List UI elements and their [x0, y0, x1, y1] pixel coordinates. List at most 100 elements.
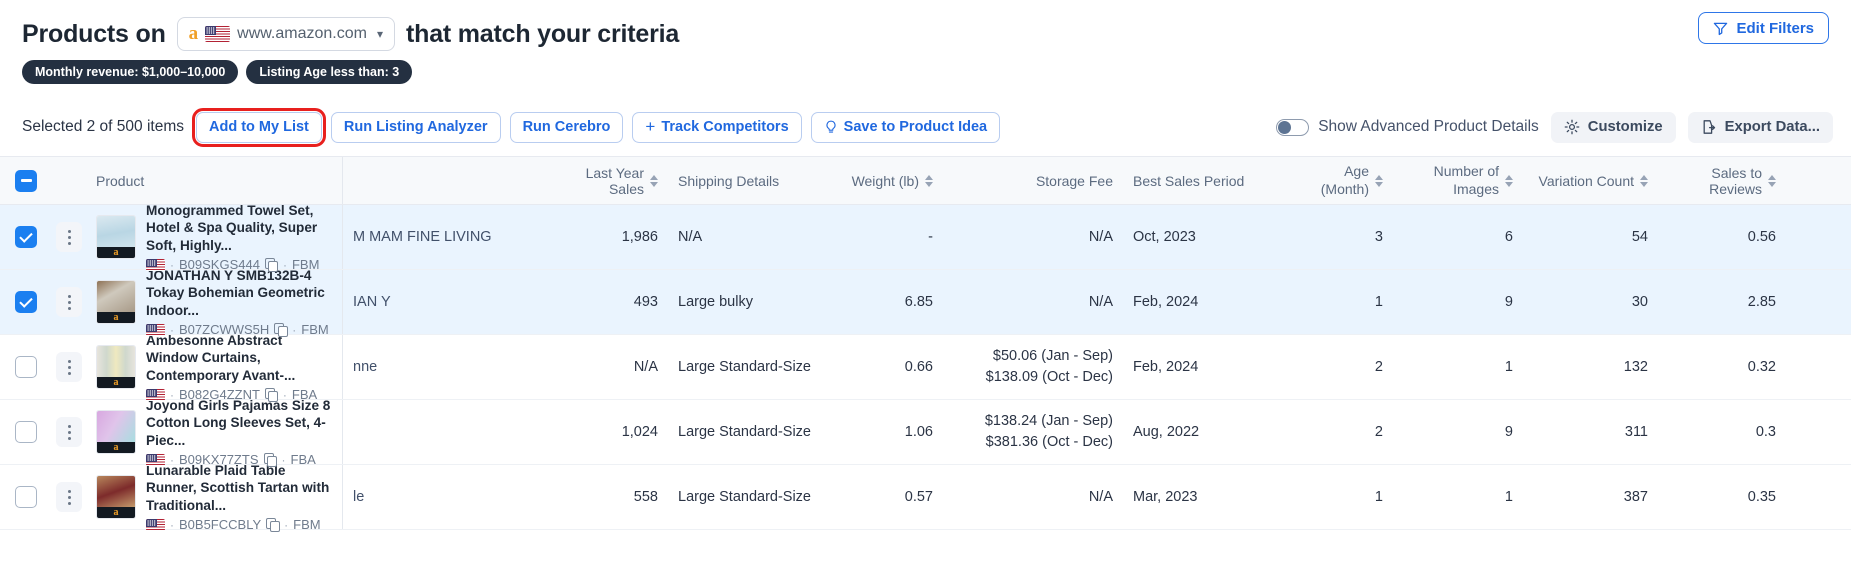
product-thumbnail[interactable]: a — [96, 280, 136, 324]
age-cell: 1 — [1273, 270, 1393, 334]
copy-icon[interactable] — [264, 453, 277, 466]
selected-count-label: Selected 2 of 500 items — [22, 118, 184, 136]
copy-icon[interactable] — [266, 518, 279, 531]
amazon-logo-icon: a — [114, 378, 119, 388]
product-thumbnail[interactable]: a — [96, 215, 136, 259]
best-sales-period-value: Oct, 2023 — [1133, 229, 1196, 245]
row-checkbox[interactable] — [15, 291, 37, 313]
product-thumbnail[interactable]: a — [96, 345, 136, 389]
fulfillment-type: FBM — [293, 517, 320, 532]
sort-icon[interactable] — [925, 175, 933, 187]
table-body: aMonogrammed Towel Set, Hotel & Spa Qual… — [0, 205, 1851, 530]
last-year-sales-cell: 558 — [558, 465, 668, 529]
show-advanced-product-details-toggle[interactable]: Show Advanced Product Details — [1276, 118, 1539, 136]
best-sales-period-value: Feb, 2024 — [1133, 294, 1198, 310]
sort-icon[interactable] — [650, 175, 658, 187]
product-asin: B0B5FCCBLY — [179, 517, 261, 532]
filter-pill-revenue[interactable]: Monthly revenue: $1,000–10,000 — [22, 60, 238, 84]
row-menu-icon[interactable] — [56, 352, 82, 382]
weight-value: 0.57 — [905, 489, 933, 505]
product-title[interactable]: Lunarable Plaid Table Runner, Scottish T… — [146, 463, 329, 513]
best-sales-period-cell: Feb, 2024 — [1123, 335, 1273, 399]
sort-icon[interactable] — [1375, 175, 1383, 187]
variation-count-value: 30 — [1632, 294, 1648, 310]
header-product-label: Product — [96, 173, 144, 189]
product-thumbnail[interactable]: a — [96, 475, 136, 519]
age-value: 2 — [1375, 424, 1383, 440]
product-thumbnail[interactable]: a — [96, 410, 136, 454]
table-row[interactable]: a Ambesonne Abstract Window Curtains, Con… — [0, 335, 1851, 400]
sort-icon[interactable] — [1640, 175, 1648, 187]
lightbulb-icon — [824, 120, 838, 135]
number-of-images-value: 1 — [1505, 489, 1513, 505]
select-all-checkbox[interactable] — [15, 170, 37, 192]
active-filter-pills: Monthly revenue: $1,000–10,000 Listing A… — [0, 54, 1851, 84]
run-cerebro-button[interactable]: Run Cerebro — [510, 112, 624, 143]
header-last-year-sales-label: Last Year Sales — [568, 165, 644, 197]
brand-value: le — [353, 489, 364, 505]
row-checkbox[interactable] — [15, 356, 37, 378]
copy-icon[interactable] — [265, 258, 278, 271]
track-competitors-button[interactable]: + Track Competitors — [632, 112, 801, 143]
table-row[interactable]: aLunarable Plaid Table Runner, Scottish … — [0, 465, 1851, 530]
variation-count-cell: 54 — [1523, 205, 1658, 269]
row-menu-cell — [52, 270, 86, 334]
age-cell: 3 — [1273, 205, 1393, 269]
row-checkbox[interactable] — [15, 421, 37, 443]
copy-icon[interactable] — [274, 323, 287, 336]
run-listing-analyzer-button[interactable]: Run Listing Analyzer — [331, 112, 501, 143]
marketplace-selector[interactable]: a www.amazon.com ▾ — [177, 17, 395, 51]
storage-fee-cell: $50.06 (Jan - Sep)$138.09 (Oct - Dec) — [943, 335, 1123, 399]
header-sales-to-reviews-label: Sales to Reviews — [1668, 165, 1762, 197]
header-sales-to-reviews[interactable]: Sales to Reviews — [1658, 157, 1786, 204]
row-menu-icon[interactable] — [56, 287, 82, 317]
age-value: 1 — [1375, 489, 1383, 505]
product-title[interactable]: Ambesonne Abstract Window Curtains, Cont… — [146, 333, 295, 383]
add-to-my-list-button[interactable]: Add to My List — [196, 112, 322, 143]
toggle-switch[interactable] — [1276, 119, 1309, 136]
product-title[interactable]: Monogrammed Towel Set, Hotel & Spa Quali… — [146, 203, 317, 253]
header-variation-count[interactable]: Variation Count — [1523, 157, 1658, 204]
filter-pill-listing-age[interactable]: Listing Age less than: 3 — [246, 60, 412, 84]
best-sales-period-value: Aug, 2022 — [1133, 424, 1199, 440]
table-row[interactable]: aJONATHAN Y SMB132B-4 Tokay Bohemian Geo… — [0, 270, 1851, 335]
brand-cell: le — [342, 465, 558, 529]
header-weight[interactable]: Weight (lb) — [833, 157, 943, 204]
header-shipping-details[interactable]: Shipping Details — [668, 157, 833, 204]
variation-count-value: 387 — [1624, 489, 1648, 505]
row-menu-icon[interactable] — [56, 417, 82, 447]
table-row[interactable]: aJoyond Girls Pajamas Size 8 Cotton Long… — [0, 400, 1851, 465]
row-menu-icon[interactable] — [56, 222, 82, 252]
row-menu-icon[interactable] — [56, 482, 82, 512]
table-row[interactable]: aMonogrammed Towel Set, Hotel & Spa Qual… — [0, 205, 1851, 270]
header-product[interactable]: Product — [86, 157, 342, 204]
us-flag-icon — [146, 259, 165, 271]
weight-cell: 0.66 — [833, 335, 943, 399]
header-last-year-sales[interactable]: Last Year Sales — [558, 157, 668, 204]
shipping-details-value: Large Standard-Size — [678, 424, 811, 440]
header-best-sales-period[interactable]: Best Sales Period — [1123, 157, 1273, 204]
storage-fee-line-2: $381.36 (Oct - Dec) — [986, 433, 1113, 452]
save-to-product-idea-button[interactable]: Save to Product Idea — [811, 112, 1000, 143]
row-checkbox[interactable] — [15, 226, 37, 248]
product-title[interactable]: JONATHAN Y SMB132B-4 Tokay Bohemian Geom… — [146, 268, 325, 318]
customize-button[interactable]: Customize — [1551, 112, 1676, 143]
export-data-button[interactable]: Export Data... — [1688, 112, 1833, 143]
header-number-of-images[interactable]: Number of Images — [1393, 157, 1523, 204]
shipping-details-cell: Large Standard-Size — [668, 400, 833, 464]
row-checkbox[interactable] — [15, 486, 37, 508]
plus-icon: + — [645, 118, 655, 135]
product-title[interactable]: Joyond Girls Pajamas Size 8 Cotton Long … — [146, 398, 330, 448]
copy-icon[interactable] — [265, 388, 278, 401]
header-storage-fee[interactable]: Storage Fee — [943, 157, 1123, 204]
shipping-details-cell: Large bulky — [668, 270, 833, 334]
header-kebab-spacer — [52, 157, 86, 204]
header-age[interactable]: Age (Month) — [1273, 157, 1393, 204]
sort-icon[interactable] — [1768, 175, 1776, 187]
us-flag-icon — [146, 324, 165, 336]
shipping-details-value: Large Standard-Size — [678, 359, 811, 375]
edit-filters-button[interactable]: Edit Filters — [1698, 12, 1829, 44]
number-of-images-cell: 9 — [1393, 400, 1523, 464]
sort-icon[interactable] — [1505, 175, 1513, 187]
page-title-prefix: Products on — [22, 20, 166, 49]
